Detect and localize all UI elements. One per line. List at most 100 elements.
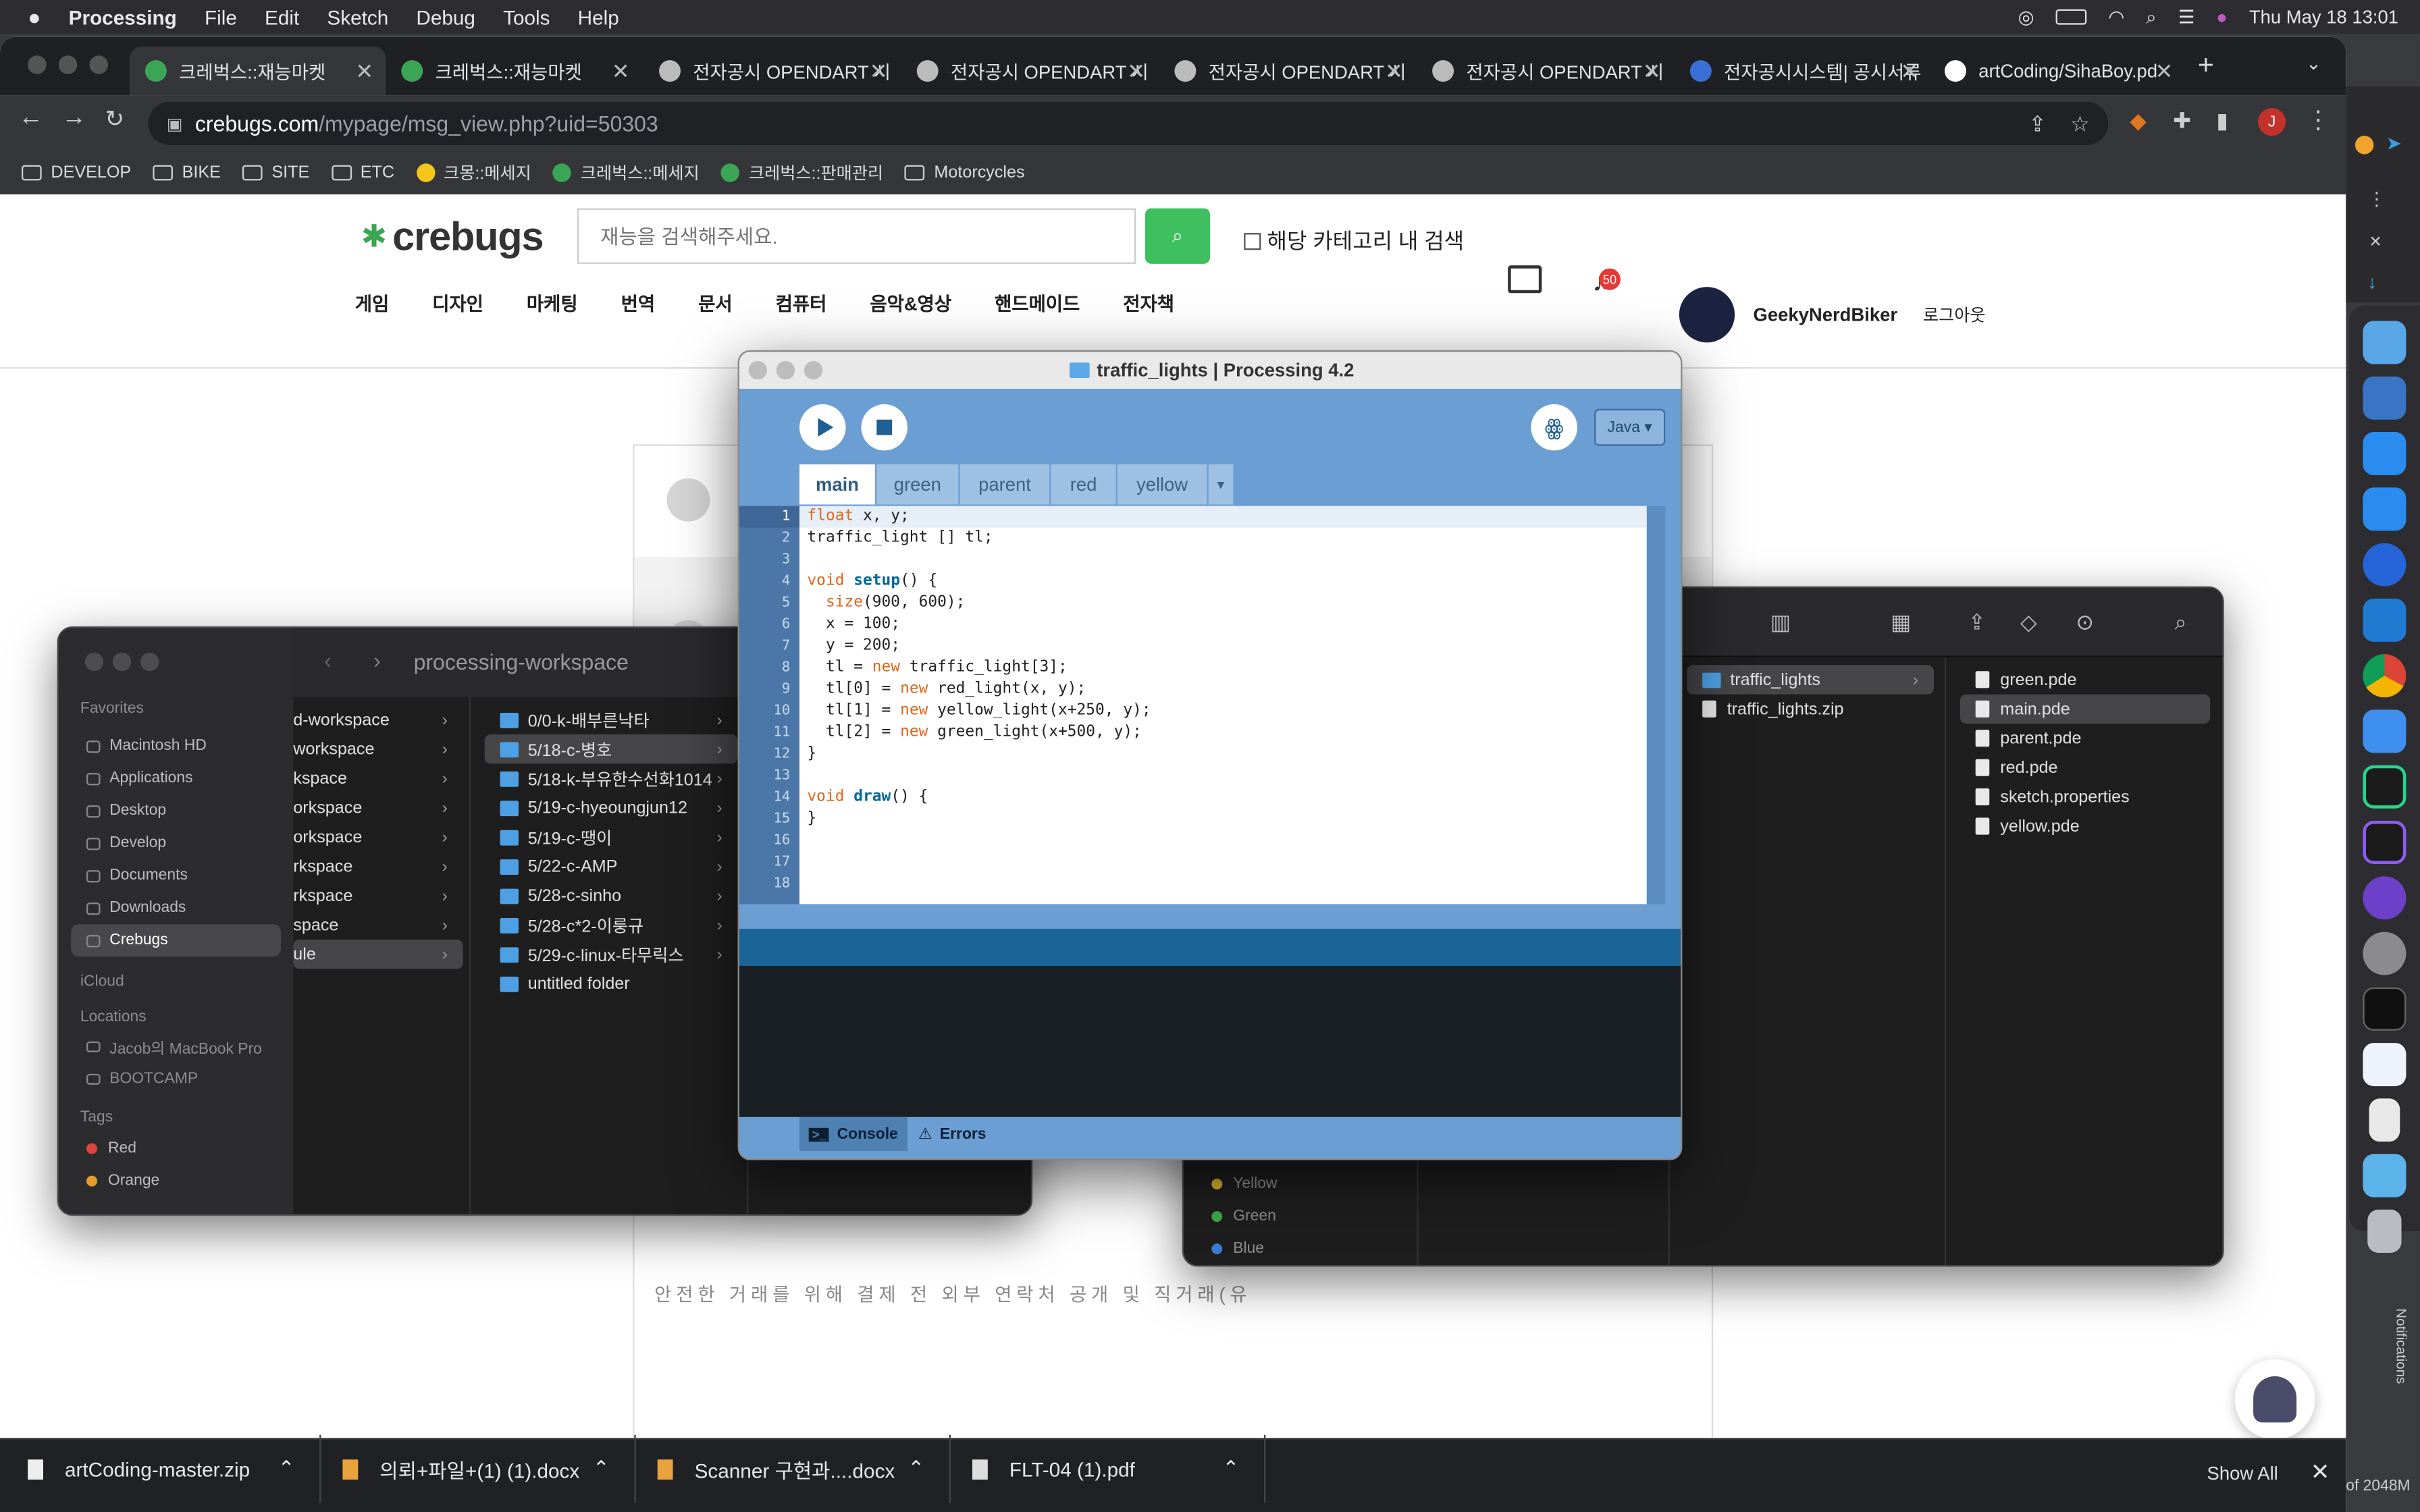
nav-document[interactable]: 문서 <box>698 290 732 317</box>
sidebar-item[interactable]: Macintosh HD <box>59 730 293 762</box>
sidebar-tag-item[interactable]: Blue <box>1184 1233 1415 1265</box>
firefox-dock-icon[interactable] <box>2363 543 2406 587</box>
code-line[interactable] <box>799 852 1647 873</box>
download-item[interactable]: artCoding-master.zip ⌃ <box>28 1434 321 1503</box>
code-line[interactable]: } <box>799 744 1647 765</box>
finder-folder-item[interactable]: 5/18-c-병호 › <box>484 734 738 764</box>
finder-folder-item[interactable]: untitled folder <box>485 969 738 998</box>
nav-handmade[interactable]: 핸드메이드 <box>995 290 1080 317</box>
app-store-dock-icon[interactable] <box>2363 487 2406 531</box>
logout-link[interactable]: 로그아웃 <box>1923 302 1986 327</box>
more-actions-icon[interactable]: ⊙ <box>2076 610 2094 636</box>
column-view-icon[interactable]: ▥ <box>1770 610 1791 636</box>
search-icon[interactable]: ⌕ <box>2175 610 2187 636</box>
side-panel-icon[interactable]: ▮ <box>2216 108 2228 134</box>
checkbox-box[interactable] <box>1244 232 1261 250</box>
download-item[interactable]: 의뢰+파일+(1) (1).docx ⌃ <box>342 1434 636 1503</box>
terminal-dock-icon[interactable] <box>2363 987 2406 1031</box>
more-icon[interactable]: ⋮ <box>2367 188 2386 210</box>
chevron-up-icon[interactable]: ⌃ <box>593 1457 610 1482</box>
siri-icon[interactable]: ● <box>2216 6 2228 28</box>
forward-icon[interactable]: → <box>61 105 86 132</box>
battery-icon[interactable] <box>2055 9 2087 25</box>
menu-sketch[interactable]: Sketch <box>327 5 388 28</box>
dart-dock-icon[interactable] <box>2363 1043 2406 1087</box>
tab-overflow-menu[interactable]: ▼ <box>1208 464 1234 505</box>
arrow-icon[interactable]: ➤ <box>2386 133 2402 155</box>
code-line[interactable] <box>799 549 1647 571</box>
browser-tab[interactable]: 전자공시 OPENDART 시 ✕ <box>1417 47 1673 96</box>
chevron-up-icon[interactable]: ⌃ <box>1222 1457 1239 1482</box>
finder-file-item[interactable]: red.pde <box>1960 753 2210 782</box>
metamask-icon[interactable]: ◆ <box>2130 108 2147 134</box>
code-line[interactable]: float x, y; <box>799 506 1647 528</box>
finder-folder-item[interactable]: 5/28-c-sinho › <box>485 881 738 910</box>
run-button[interactable] <box>799 404 846 451</box>
zoom-dot[interactable] <box>804 360 823 380</box>
chrome-dock-icon[interactable] <box>2363 654 2406 698</box>
chrome-close-dot[interactable] <box>28 55 47 74</box>
tab-close-icon[interactable]: ✕ <box>355 58 373 84</box>
share-icon[interactable]: ⇪ <box>2028 110 2047 136</box>
finder-folder-item[interactable]: workspace › <box>293 734 463 763</box>
mode-selector[interactable]: Java ▾ <box>1594 408 1666 446</box>
github-desktop-dock-icon[interactable] <box>2363 876 2406 920</box>
tab-parent[interactable]: parent <box>959 464 1050 505</box>
tab-close-icon[interactable]: ✕ <box>612 58 630 84</box>
minimize-dot[interactable] <box>776 360 795 380</box>
maps-dock-icon[interactable] <box>2363 709 2406 753</box>
sidebar-item[interactable]: Desktop <box>59 794 293 827</box>
finder-folder-item[interactable]: orkspace › <box>293 793 463 822</box>
finder-folder-item[interactable]: orkspace › <box>293 822 463 851</box>
nav-ebook[interactable]: 전자책 <box>1123 290 1174 317</box>
sidebar-tag-item[interactable]: Yellow <box>1184 1168 1415 1200</box>
nav-computer[interactable]: 컴퓨터 <box>776 290 827 317</box>
downloads-folder-dock-icon[interactable] <box>2363 1154 2406 1197</box>
code-editor[interactable]: float x, y; traffic_light [] tl; void setu… <box>799 506 1647 905</box>
profile-avatar[interactable]: J <box>2257 107 2286 136</box>
bookmark-bike[interactable]: BIKE <box>153 163 221 182</box>
console-area[interactable] <box>739 965 1681 1117</box>
finder-folder-item[interactable]: 5/19-c-땡이 › <box>485 822 738 851</box>
nav-music-video[interactable]: 음악&영상 <box>870 290 951 317</box>
finder-folder-item[interactable]: ule › <box>293 939 463 969</box>
settings-dock-icon[interactable] <box>2363 932 2406 975</box>
finder-folder-item[interactable]: kspace › <box>293 763 463 792</box>
finder-folder-item[interactable]: space › <box>293 911 463 940</box>
code-line[interactable]: x = 100; <box>799 614 1647 636</box>
back-icon[interactable]: ← <box>18 105 43 132</box>
console-divider[interactable] <box>739 928 1681 966</box>
site-search-button[interactable]: ⌕ <box>1145 208 1210 264</box>
nav-design[interactable]: 디자인 <box>432 290 483 317</box>
tab-yellow[interactable]: yellow <box>1117 464 1207 505</box>
new-tab-icon[interactable]: + <box>2198 49 2214 82</box>
sidebar-tag-item[interactable]: Green <box>1184 1200 1415 1233</box>
tab-close-icon[interactable]: ✕ <box>1643 58 1661 84</box>
tag-icon[interactable]: ◇ <box>2020 610 2037 636</box>
creative-cloud-icon[interactable]: ◎ <box>2018 6 2034 28</box>
site-logo[interactable]: ✱ crebugs <box>361 213 544 261</box>
tab-close-icon[interactable]: ✕ <box>869 58 887 84</box>
close-icon[interactable]: ✕ <box>2369 234 2382 251</box>
bookmark-motorcycles[interactable]: Motorcycles <box>904 163 1025 182</box>
username[interactable]: GeekyNerdBiker <box>1754 304 1897 325</box>
sidebar-tag-item[interactable]: Red <box>59 1133 293 1165</box>
bookmark-crebugs-msg[interactable]: 크레벅스::메세지 <box>552 161 700 186</box>
finder-folder-item[interactable]: traffic_lights › <box>1687 665 1934 695</box>
chrome-minimize-dot[interactable] <box>58 55 78 74</box>
url-field[interactable]: ▣ crebugs.com /mypage/msg_view.php?uid=5… <box>148 101 2109 145</box>
bookmark-star-icon[interactable]: ☆ <box>2070 110 2090 136</box>
close-dot[interactable] <box>748 360 767 380</box>
chrome-zoom-dot[interactable] <box>89 55 108 74</box>
browser-tab[interactable]: artCoding/SihaBoy.pd ✕ <box>1929 47 2185 96</box>
finder-file-item[interactable]: traffic_lights.zip <box>1687 695 1934 724</box>
finder-folder-item[interactable]: 5/28-c*2-이룽규 › <box>485 911 738 940</box>
tab-close-icon[interactable]: ✕ <box>2155 58 2173 84</box>
editor-scrollbar[interactable] <box>1646 506 1666 905</box>
finder-file-item[interactable]: parent.pde <box>1960 724 2210 753</box>
browser-tab[interactable]: 전자공시 OPENDART 시 ✕ <box>901 47 1157 96</box>
update-icon[interactable] <box>2355 136 2374 155</box>
sidebar-item[interactable]: Downloads <box>59 892 293 924</box>
tab-close-icon[interactable]: ✕ <box>1127 58 1145 84</box>
chevron-up-icon[interactable]: ⌃ <box>908 1457 924 1482</box>
